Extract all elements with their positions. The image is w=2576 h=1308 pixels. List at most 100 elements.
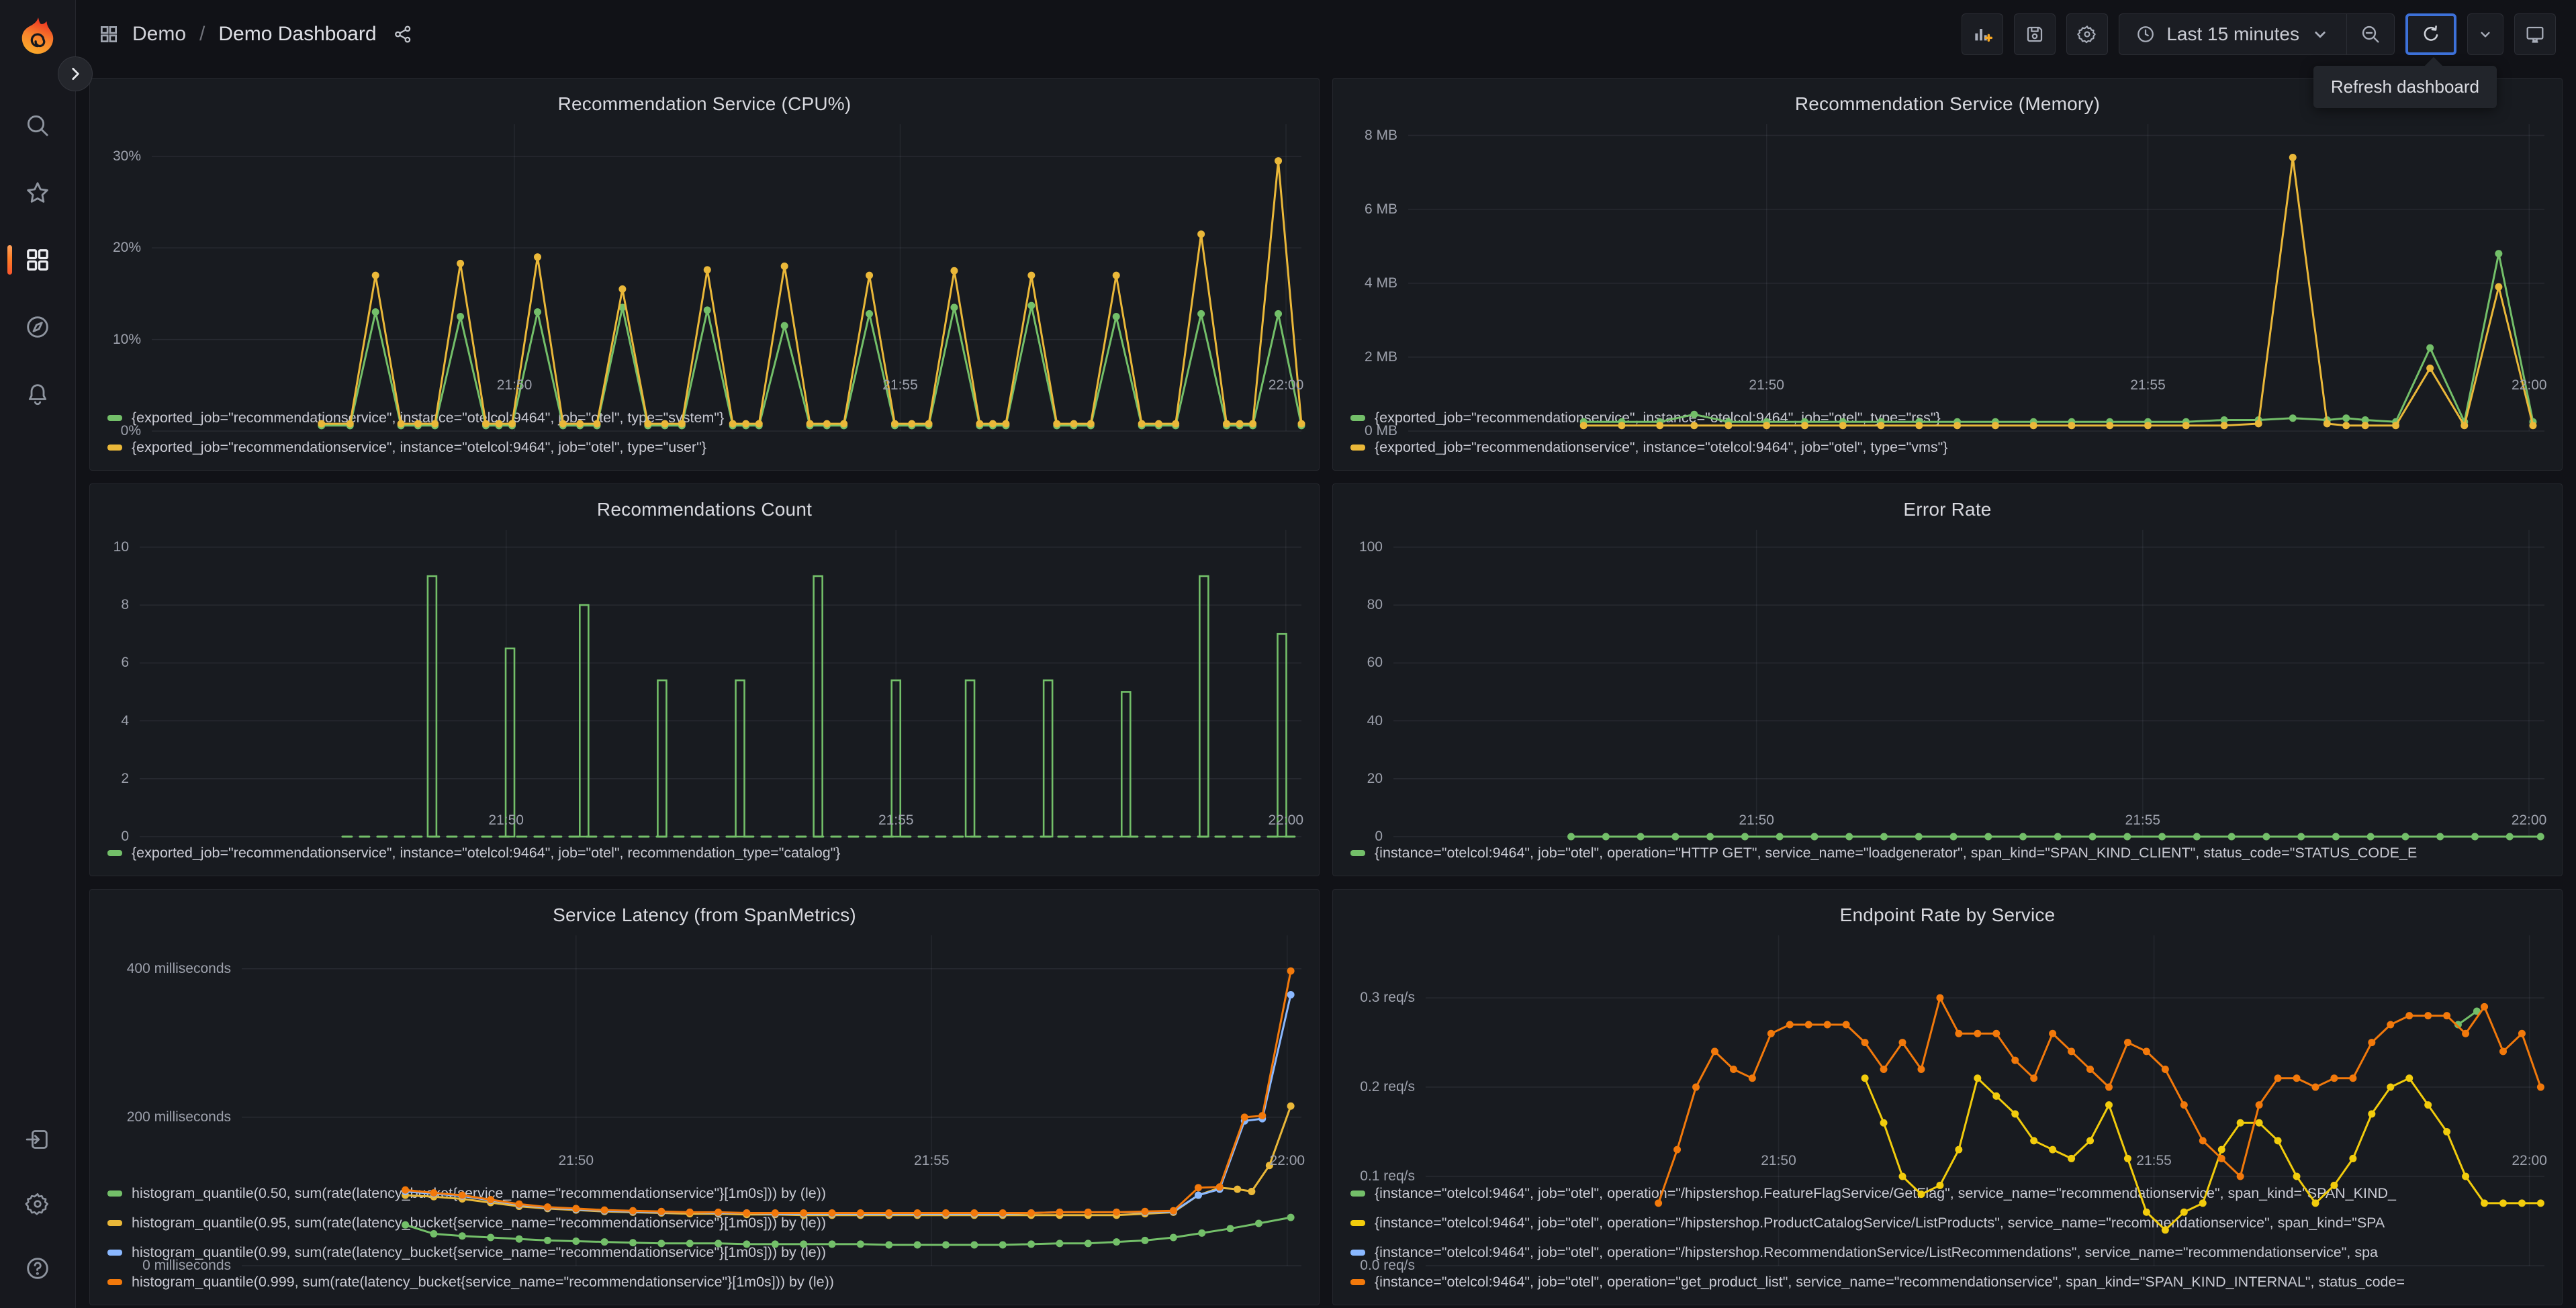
grafana-logo-icon[interactable]	[17, 16, 58, 58]
y-tick-label: 20	[1367, 770, 1383, 786]
legend-swatch	[1350, 414, 1365, 421]
legend-swatch	[107, 1190, 122, 1197]
chart-canvas[interactable]	[1393, 530, 2544, 841]
y-tick-label: 8	[121, 597, 129, 613]
legend-item[interactable]: histogram_quantile(0.999, sum(rate(laten…	[107, 1267, 1301, 1297]
dashboard-grid: Recommendation Service (CPU%) 0% 10% 20% 30…	[76, 68, 2576, 1308]
y-tick-label: 0	[121, 829, 129, 844]
tooltip-text: Refresh dashboard	[2330, 77, 2479, 97]
x-tick-label: 21:50	[1749, 377, 1784, 393]
panel-title[interactable]: Error Rate	[1350, 499, 2544, 520]
x-tick-label: 22:00	[1268, 812, 1304, 828]
panel-title[interactable]: Recommendations Count	[107, 499, 1301, 520]
x-tick-label: 21:55	[882, 377, 918, 393]
x-tick-label: 21:55	[914, 1153, 950, 1168]
y-tick-label: 40	[1367, 712, 1383, 729]
x-tick-label: 21:55	[878, 812, 914, 828]
panel-error-rate: Error Rate 0 20 40 60 80 100 21:50 21:55 22:00 {…	[1332, 483, 2563, 876]
refresh-icon	[2424, 26, 2438, 41]
legend-swatch	[107, 849, 122, 856]
search-icon[interactable]	[22, 110, 53, 141]
y-tick-label: 6	[121, 655, 129, 671]
y-tick-label: 0 milliseconds	[142, 1258, 231, 1273]
sidebar-item-dashboards[interactable]	[7, 244, 53, 275]
chart-canvas[interactable]	[242, 935, 1301, 1266]
zoom-out-button[interactable]	[2347, 14, 2394, 54]
time-range-label: Last 15 minutes	[2166, 24, 2299, 44]
chevron-down-icon	[2481, 32, 2490, 38]
sidebar-expand-button[interactable]	[58, 56, 93, 91]
settings-gear-icon[interactable]	[22, 1188, 53, 1219]
chart-canvas[interactable]	[140, 530, 1303, 838]
y-tick-label: 0.0 req/s	[1360, 1258, 1415, 1273]
x-tick-label: 21:55	[2125, 812, 2161, 828]
grafana-app: Demo / Demo Dashboard Last 15 minutes Re…	[0, 0, 2576, 1308]
breadcrumb-page-title[interactable]: Demo Dashboard	[218, 23, 376, 46]
help-icon[interactable]	[22, 1253, 53, 1284]
panel-title[interactable]: Service Latency (from SpanMetrics)	[107, 904, 1301, 926]
y-tick-label: 0.3 req/s	[1360, 990, 1415, 1006]
y-tick-label: 200 milliseconds	[126, 1109, 231, 1125]
y-tick-label: 10%	[112, 331, 141, 347]
panel-recommendation-memory: Recommendation Service (Memory) 0 MB 2 MB…	[1332, 78, 2563, 471]
dashboards-grid-icon	[99, 24, 119, 44]
sidebar-nav	[7, 110, 53, 410]
share-dashboard-icon[interactable]	[393, 24, 413, 44]
x-tick-label: 21:50	[558, 1153, 594, 1168]
legend-item[interactable]: {exported_job="recommendationservice", i…	[107, 432, 1301, 462]
legend-swatch	[1350, 849, 1365, 856]
starred-icon[interactable]	[22, 177, 53, 208]
y-tick-label: 0 MB	[1364, 423, 1397, 438]
refresh-tooltip: Refresh dashboard	[2313, 56, 2497, 108]
y-tick-label: 2 MB	[1364, 348, 1397, 365]
save-dashboard-button[interactable]	[2014, 13, 2056, 55]
x-tick-label: 22:00	[2512, 1153, 2547, 1168]
legend-item[interactable]: {instance="otelcol:9464", job="otel", op…	[1350, 1267, 2544, 1297]
clock-icon	[2137, 26, 2154, 42]
y-tick-label: 80	[1367, 597, 1383, 613]
chart-canvas[interactable]	[1426, 935, 2544, 1266]
legend-item[interactable]: {exported_job="recommendationservice", i…	[107, 838, 1301, 868]
y-tick-label: 6 MB	[1364, 201, 1397, 217]
legend-label: {instance="otelcol:9464", job="otel", op…	[1375, 844, 2418, 861]
y-tick-label: 30%	[112, 148, 141, 164]
add-panel-button[interactable]	[1962, 13, 2004, 55]
alerting-bell-icon[interactable]	[22, 379, 53, 410]
x-tick-label: 21:55	[2130, 377, 2166, 393]
y-tick-label: 2	[121, 770, 129, 786]
cycle-view-mode-button[interactable]	[2514, 13, 2556, 55]
legend-item[interactable]: {instance="otelcol:9464", job="otel", op…	[1350, 838, 2544, 868]
time-range-picker[interactable]: Last 15 minutes	[2119, 14, 2346, 54]
count-chart: 0 2 4 6 8 10 21:50 21:55 22:00	[107, 530, 1304, 844]
legend-label: {instance="otelcol:9464", job="otel", op…	[1375, 1273, 2405, 1290]
legend-swatch	[107, 414, 122, 421]
x-tick-label: 21:50	[496, 377, 533, 393]
memory-chart: 0 MB 2 MB 4 MB 6 MB 8 MB 21:50 21:55 22:00	[1350, 124, 2547, 438]
y-tick-label: 0%	[120, 423, 141, 438]
count-legend: {exported_job="recommendationservice", i…	[107, 833, 1301, 868]
legend-label: {exported_job="recommendationservice", i…	[132, 438, 706, 455]
dashboard-settings-button[interactable]	[2066, 13, 2109, 55]
chevron-down-icon	[2315, 32, 2326, 38]
refresh-dashboard-button[interactable]	[2405, 13, 2456, 55]
sign-in-icon[interactable]	[22, 1124, 53, 1155]
panel-recommendation-cpu: Recommendation Service (CPU%) 0% 10% 20% 30…	[89, 78, 1320, 471]
error-rate-chart: 0 20 40 60 80 100 21:50 21:55 22:00	[1350, 530, 2546, 844]
refresh-interval-dropdown[interactable]	[2467, 13, 2503, 55]
legend-swatch	[1350, 444, 1365, 451]
legend-item[interactable]: {exported_job="recommendationservice", i…	[1350, 432, 2544, 462]
panel-recommendations-count: Recommendations Count 0 2 4 6 8 10 21:50 21:55 2…	[89, 483, 1320, 876]
y-tick-label: 4 MB	[1364, 275, 1397, 291]
y-tick-label: 0.2 req/s	[1360, 1079, 1415, 1095]
time-picker-group: Last 15 minutes	[2119, 13, 2395, 55]
panel-service-latency: Service Latency (from SpanMetrics) 0 mil…	[89, 889, 1320, 1305]
explore-compass-icon[interactable]	[22, 312, 53, 342]
x-tick-label: 22:00	[1268, 377, 1304, 393]
legend-swatch	[107, 1249, 122, 1256]
active-indicator	[7, 245, 12, 275]
legend-label: histogram_quantile(0.999, sum(rate(laten…	[132, 1273, 834, 1290]
breadcrumb-section[interactable]: Demo	[132, 23, 186, 46]
legend-swatch	[1350, 1249, 1365, 1256]
panel-title[interactable]: Endpoint Rate by Service	[1350, 904, 2544, 926]
panel-title[interactable]: Recommendation Service (CPU%)	[107, 93, 1301, 115]
